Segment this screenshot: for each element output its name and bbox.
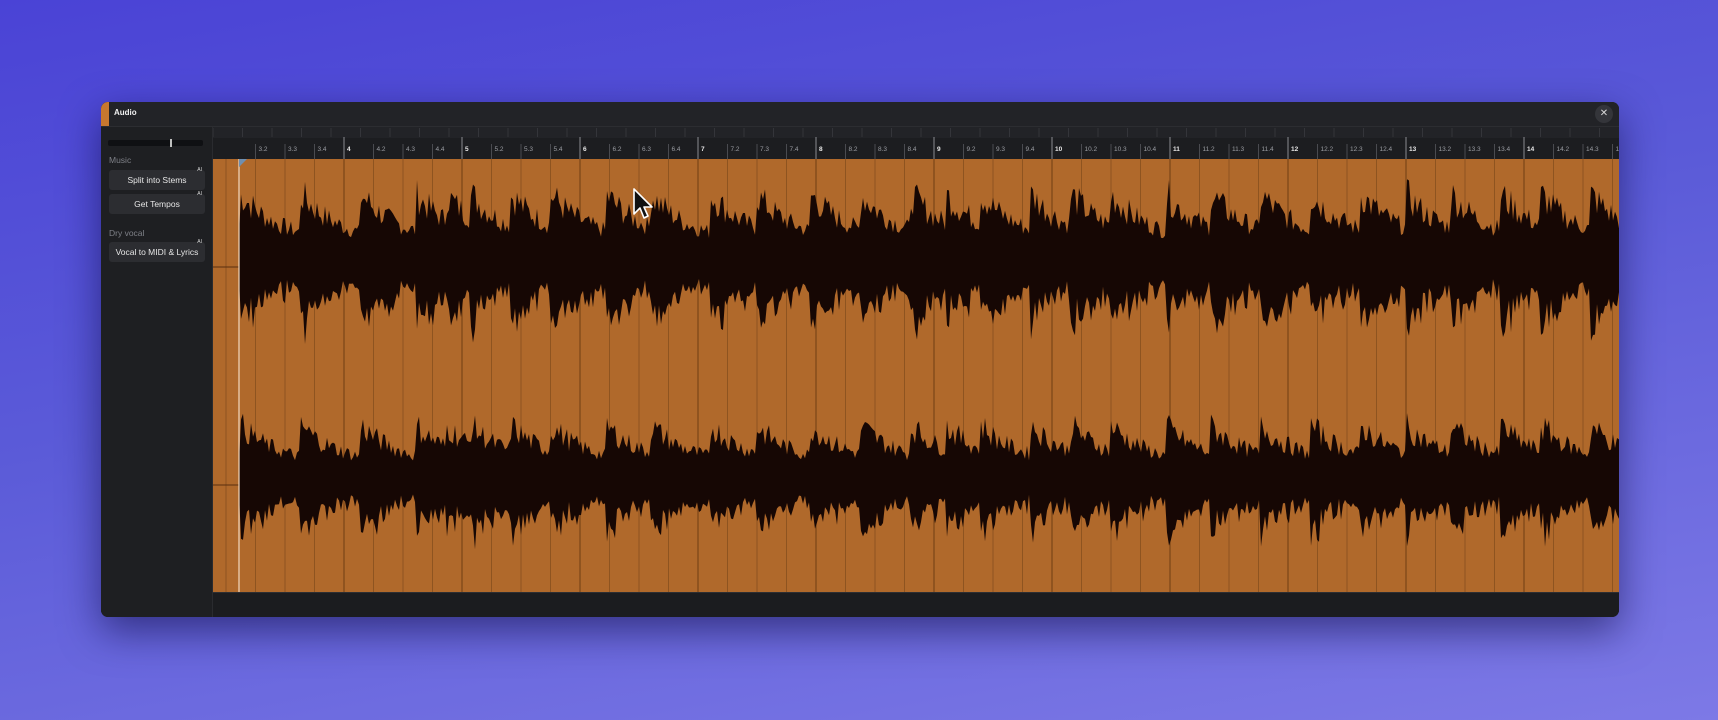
ruler-beat-label: 9.3 [996,146,1005,153]
button-label: Vocal to MIDI & Lyrics [115,247,199,257]
ruler-beat-label: 4.3 [406,146,415,153]
ruler-bar-label: 9 [937,146,941,153]
section-heading-music: Music [109,155,132,165]
ruler-bar-label: 6 [583,146,587,153]
mouse-pointer-icon [633,188,653,219]
ai-badge: AI [197,167,202,173]
ruler-bar-label: 12 [1291,146,1299,153]
ruler-bar-label: 7 [701,146,705,153]
ruler-bar-label: 14 [1527,146,1535,153]
title-bar: Audio ✕ [101,102,1619,127]
horizontal-scrollbar[interactable] [213,592,1619,617]
ruler-beat-label: 3.2 [259,146,268,153]
ruler-beat-label: 12.2 [1321,146,1334,153]
button-label: Get Tempos [134,199,180,209]
ruler-beat-label: 8.2 [849,146,858,153]
ruler-beat-label: 9.2 [967,146,976,153]
ruler-bar-label: 11 [1173,146,1180,153]
waveform [213,159,1619,592]
sidebar: Music Split into Stems AI Get Tempos AI … [101,127,213,617]
ruler-beat-label: 13.4 [1498,146,1511,153]
ruler-beat-label: 13.3 [1468,146,1481,153]
ruler-beat-label: 11.2 [1203,146,1216,153]
ruler-bar-label: 13 [1409,146,1417,153]
ruler-beat-label: 8.3 [878,146,887,153]
ruler-bar-label: 8 [819,146,823,153]
split-into-stems-button[interactable]: Split into Stems AI [109,167,205,190]
ruler-bar-label: 10 [1055,146,1063,153]
ruler-beat-label: 3.4 [318,146,327,153]
ruler-beat-label: 14.2 [1557,146,1570,153]
ruler-bar-label: 4 [347,146,351,153]
ruler-beat-label: 5.3 [524,146,533,153]
window-title: Audio [114,108,137,117]
get-tempos-button[interactable]: Get Tempos AI [109,191,205,214]
ruler-ticks: 3.2 3.3 3.4 4 4.2 4.3 4.4 5 5.2 5.3 5.4 6 6.2 6.3 6.4 7… [213,127,1619,159]
section-heading-dry-vocal: Dry vocal [109,228,145,238]
close-icon[interactable]: ✕ [1595,105,1613,123]
ruler-beat-label: 3.3 [288,146,297,153]
zoom-slider-handle[interactable] [170,139,172,147]
audio-clip[interactable] [213,159,1619,592]
ruler-beat-label: 10.4 [1144,146,1157,153]
ruler-beat-label: 9.4 [1026,146,1035,153]
ruler-beat-label: 13.2 [1439,146,1452,153]
ruler-beat-label: 11.3 [1232,146,1245,153]
audio-window: Audio ✕ Music Split into Stems AI Get Te… [101,102,1619,617]
ruler-beat-label: 8.4 [908,146,917,153]
ruler-beat-label: 11.4 [1262,146,1275,153]
ruler-beat-label: 6.3 [642,146,651,153]
ruler-beat-label: 4.2 [377,146,386,153]
ruler-beat-label: 5.2 [495,146,504,153]
ruler-beat-label: 10.3 [1114,146,1127,153]
ruler-beat-label: 6.4 [672,146,681,153]
ruler-beat-label: 10.2 [1085,146,1098,153]
ruler-beat-label: 7.4 [790,146,799,153]
ruler-beat-label: 5.4 [554,146,563,153]
zoom-slider[interactable] [108,139,203,147]
vocal-to-midi-lyrics-button[interactable]: Vocal to MIDI & Lyrics AI [109,239,205,262]
ruler-beat-label: 14.3 [1586,146,1599,153]
button-label: Split into Stems [127,175,187,185]
track-color-swatch [101,102,109,126]
ruler-beat-label: 6.2 [613,146,622,153]
ruler-beat-label: 12.4 [1380,146,1393,153]
ruler-beat-label: 14.4 [1616,146,1620,153]
ruler-beat-label: 12.3 [1350,146,1363,153]
ruler-beat-label: 7.2 [731,146,740,153]
timeline-ruler[interactable]: 3.2 3.3 3.4 4 4.2 4.3 4.4 5 5.2 5.3 5.4 6 6.2 6.3 6.4 7… [213,127,1619,159]
ai-badge: AI [197,239,202,245]
ruler-beat-label: 7.3 [760,146,769,153]
ruler-bar-label: 5 [465,146,469,153]
ruler-beat-label: 4.4 [436,146,445,153]
ai-badge: AI [197,191,202,197]
